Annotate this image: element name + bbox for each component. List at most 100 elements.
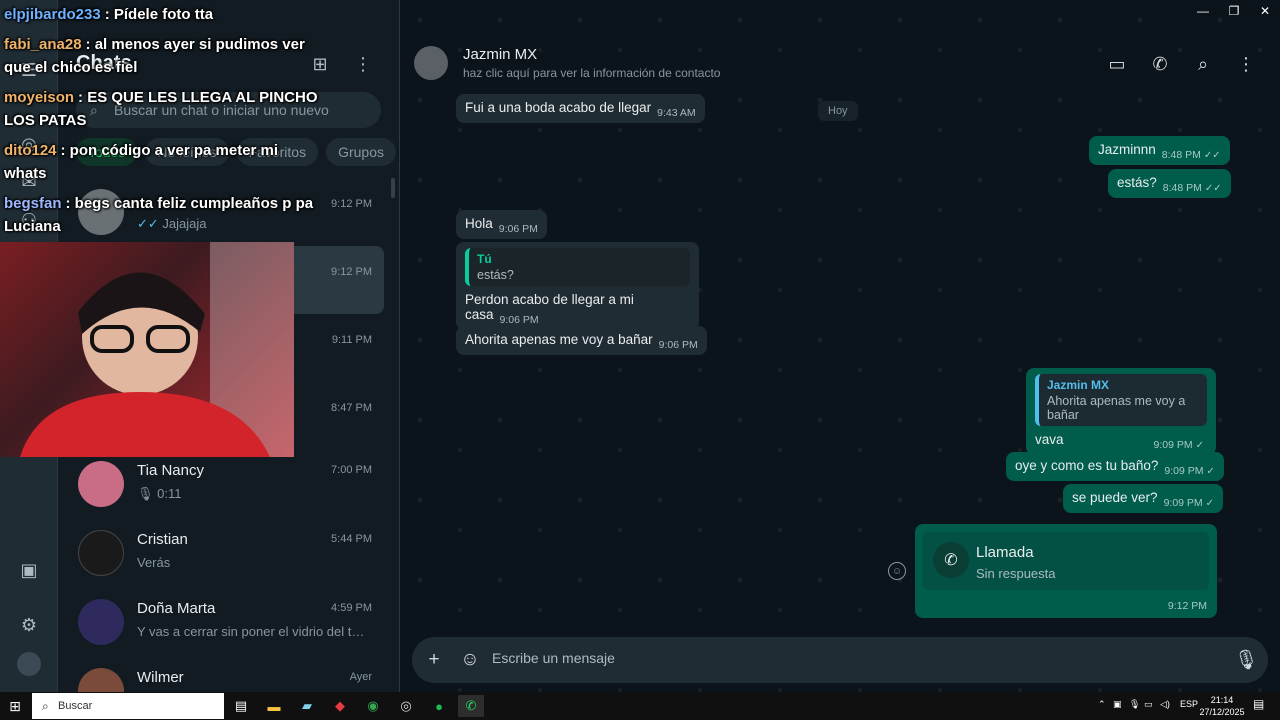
- message-in[interactable]: Fui a una boda acabo de llegar 9:43 AM: [456, 94, 705, 123]
- network-icon[interactable]: ▭: [1144, 699, 1153, 710]
- task-view-icon[interactable]: ▤: [230, 695, 252, 717]
- avatar: [78, 668, 124, 692]
- tray-chevron-icon[interactable]: ⌃: [1098, 699, 1106, 710]
- comment-user: begsfan: [4, 195, 62, 212]
- voice-call-icon[interactable]: ✆: [1148, 52, 1172, 76]
- quoted-message[interactable]: Jazmin MX Ahorita apenas me voy a bañar: [1035, 374, 1207, 426]
- comment-user: dito124: [4, 142, 57, 159]
- video-call-icon[interactable]: ▭: [1105, 52, 1129, 76]
- notification-icon[interactable]: ▤: [1253, 697, 1264, 711]
- message-in[interactable]: Hola 9:06 PM: [456, 210, 547, 239]
- minimize-button[interactable]: —: [1188, 2, 1218, 20]
- taskbar: ⊞ ⌕ ▤ ▬ ▰ ◆ ◉ ◎ ● ✆ ⌃ ▣ 🎙 ▭ ◁) ESP 21:14…: [0, 692, 1280, 720]
- avatar: [78, 530, 124, 576]
- overlay-comment: elpjibardo233: Pídele foto tta: [4, 3, 324, 26]
- taskbar-search[interactable]: ⌕: [32, 693, 224, 719]
- chat-time: 5:44 PM: [331, 533, 372, 545]
- chat-time: Ayer: [349, 671, 372, 683]
- close-button[interactable]: ✕: [1250, 2, 1280, 20]
- filter-grupos[interactable]: Grupos: [326, 138, 397, 166]
- chat-preview-text: 0:11: [157, 486, 182, 501]
- date-chip: Hoy: [818, 101, 858, 121]
- contact-info-hint[interactable]: haz clic aquí para ver la información de…: [463, 66, 720, 80]
- volume-icon[interactable]: ◁): [1160, 699, 1170, 710]
- comment-user: fabi_ana28: [4, 36, 82, 53]
- sticker-icon[interactable]: ☺: [458, 648, 482, 672]
- message-time: 8:48 PM: [1161, 149, 1201, 161]
- menu-icon[interactable]: ⋮: [351, 52, 375, 76]
- notes-app-icon[interactable]: ▰: [296, 695, 318, 717]
- read-ticks-icon: ✓✓: [1203, 150, 1221, 161]
- call-info[interactable]: ✆ Llamada Sin respuesta: [923, 532, 1209, 590]
- mic-tray-icon[interactable]: 🎙: [1129, 699, 1140, 710]
- message-out[interactable]: estás? 8:48 PM ✓✓: [1108, 169, 1231, 198]
- message-time: 9:09 PM: [1153, 439, 1193, 451]
- conversation-header[interactable]: Jazmin MX haz clic aquí para ver la info…: [400, 30, 1280, 94]
- file-explorer-icon[interactable]: ▬: [263, 695, 285, 717]
- search-icon[interactable]: ⌕: [1191, 52, 1215, 76]
- avatar: [78, 599, 124, 645]
- webcam-overlay: [0, 242, 294, 457]
- chat-name: Tia Nancy: [137, 462, 204, 479]
- spotify-icon[interactable]: ●: [428, 695, 450, 717]
- chat-name: Doña Marta: [137, 600, 216, 617]
- message-out[interactable]: Jazminnn 8:48 PM ✓✓: [1089, 136, 1230, 165]
- chat-row[interactable]: Wilmer Ayer: [58, 657, 399, 692]
- emoji-react-icon[interactable]: ☺: [888, 562, 906, 580]
- chat-row[interactable]: Doña Marta 4:59 PM Y vas a cerrar sin po…: [58, 588, 399, 656]
- quote-author: Tú: [477, 252, 492, 266]
- clock[interactable]: 21:14 27/12/2025: [1197, 694, 1247, 718]
- chat-preview: Verás: [137, 555, 171, 570]
- message-text: Hola: [465, 216, 493, 231]
- microphone-icon[interactable]: 🎙: [1234, 648, 1258, 672]
- clock-time: 21:14: [1210, 695, 1234, 705]
- message-time: 8:48 PM: [1162, 182, 1202, 194]
- message-text: estás?: [1117, 175, 1157, 190]
- chat-row[interactable]: Tia Nancy 7:00 PM 🎙 0:11: [58, 450, 399, 518]
- chat-time: 9:12 PM: [331, 266, 372, 278]
- chrome-icon[interactable]: ◉: [362, 695, 384, 717]
- avatar: [78, 461, 124, 507]
- maximize-button[interactable]: ❐: [1219, 2, 1249, 20]
- message-out[interactable]: se puede ver? 9:09 PM ✓: [1063, 484, 1224, 513]
- chat-preview: 🎙 0:11: [137, 486, 367, 502]
- contact-avatar[interactable]: [414, 46, 448, 80]
- tray-app-icon[interactable]: ▣: [1113, 699, 1122, 710]
- search-icon: ⌕: [42, 698, 49, 713]
- attach-plus-icon[interactable]: +: [422, 648, 446, 672]
- chat-list-scrollbar[interactable]: [391, 178, 395, 198]
- message-text: Fui a una boda acabo de llegar: [465, 100, 652, 115]
- taskbar-search-input[interactable]: [58, 700, 208, 712]
- message-in[interactable]: Ahorita apenas me voy a bañar 9:06 PM: [456, 326, 707, 355]
- language-indicator[interactable]: ESP: [1180, 699, 1198, 709]
- message-text: oye y como es tu baño?: [1015, 458, 1159, 473]
- chat-row[interactable]: Cristian 5:44 PM Verás: [58, 519, 399, 587]
- media-icon[interactable]: ▣: [17, 558, 41, 582]
- contact-name[interactable]: Jazmin MX: [463, 46, 537, 63]
- chat-time: 9:11 PM: [331, 334, 372, 346]
- app-icon[interactable]: ◆: [329, 695, 351, 717]
- menu-icon[interactable]: ⋮: [1234, 52, 1258, 76]
- quote-text: Ahorita apenas me voy a bañar: [1047, 394, 1186, 422]
- quoted-message[interactable]: Tú estás?: [465, 248, 690, 286]
- message-text: Jazminnn: [1098, 142, 1156, 157]
- profile-avatar[interactable]: [17, 652, 41, 676]
- message-in-reply[interactable]: Tú estás? Perdon acabo de llegar a mi ca…: [456, 242, 699, 330]
- message-text: vava: [1035, 432, 1064, 447]
- message-input[interactable]: [492, 650, 1192, 666]
- message-time: 9:06 PM: [498, 223, 538, 235]
- obs-icon[interactable]: ◎: [395, 695, 417, 717]
- message-text: se puede ver?: [1072, 490, 1158, 505]
- comment-user: moyeison: [4, 89, 75, 106]
- message-out[interactable]: oye y como es tu baño? 9:09 PM ✓: [1006, 452, 1224, 481]
- chat-time: 8:47 PM: [331, 402, 372, 414]
- whatsapp-icon[interactable]: ✆: [458, 695, 484, 717]
- overlay-comment: begsfan: begs canta feliz cumpleaños p p…: [4, 192, 324, 238]
- read-ticks-icon: ✓: [1205, 498, 1215, 509]
- windows-start-icon[interactable]: ⊞: [7, 698, 23, 714]
- message-out-reply[interactable]: Jazmin MX Ahorita apenas me voy a bañar …: [1026, 368, 1216, 455]
- settings-icon[interactable]: ⚙: [17, 613, 41, 637]
- missed-call-card[interactable]: ✆ Llamada Sin respuesta 9:12 PM: [915, 524, 1217, 618]
- app-window: ☰ ◎ ✉ ⚇ ▣ ⚙ Chats ⊞ ⋮ ⌕ Todos No leídos …: [0, 0, 1280, 720]
- call-status: Sin respuesta: [976, 566, 1056, 581]
